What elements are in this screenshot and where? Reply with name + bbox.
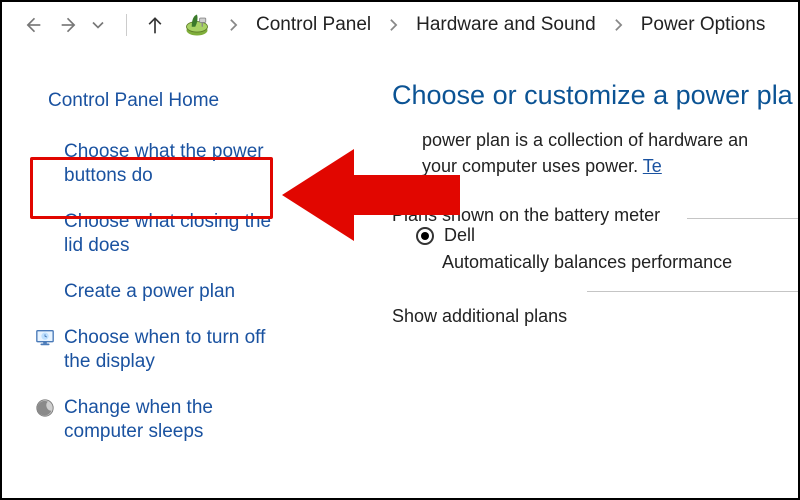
forward-button[interactable] <box>60 15 80 35</box>
description-text: your computer uses power. <box>422 156 643 176</box>
control-panel-home-link[interactable]: Control Panel Home <box>48 90 290 112</box>
sidebar-item-turn-off-display[interactable]: Choose when to turn off the display <box>34 326 290 374</box>
power-options-icon <box>183 11 211 39</box>
chevron-right-icon[interactable] <box>389 18 398 32</box>
description-line-1: power plan is a collection of hardware a… <box>422 127 798 153</box>
sidebar-item-label: Choose what the power buttons do <box>64 140 290 188</box>
page-title: Choose or customize a power pla <box>392 80 798 111</box>
main-panel: Choose or customize a power pla power pl… <box>302 80 798 466</box>
sidebar-item-computer-sleeps[interactable]: Change when the computer sleeps <box>34 396 290 444</box>
breadcrumb-control-panel[interactable]: Control Panel <box>256 14 371 36</box>
sidebar-item-label: Create a power plan <box>64 280 235 304</box>
power-plan-option[interactable]: Dell <box>416 225 798 246</box>
plan-name: Dell <box>444 225 475 246</box>
sidebar-item-closing-lid[interactable]: Choose what closing the lid does <box>34 210 290 258</box>
sidebar-item-label: Change when the computer sleeps <box>64 396 290 444</box>
monitor-icon <box>34 328 56 348</box>
up-button[interactable] <box>145 15 165 35</box>
breadcrumb-hardware-sound[interactable]: Hardware and Sound <box>416 14 596 36</box>
back-button[interactable] <box>22 15 42 35</box>
tell-me-more-link[interactable]: Te <box>643 156 662 176</box>
address-toolbar: Control Panel Hardware and Sound Power O… <box>2 2 798 46</box>
sidebar-item-label: Choose when to turn off the display <box>64 326 290 374</box>
breadcrumb-power-options[interactable]: Power Options <box>641 14 766 36</box>
content-area: Control Panel Home Choose what the power… <box>2 46 798 466</box>
separator <box>126 14 127 36</box>
description-line-2: your computer uses power. Te <box>422 153 798 179</box>
show-additional-plans[interactable]: Show additional plans <box>392 300 798 327</box>
separator <box>687 218 798 219</box>
sidebar-item-power-buttons[interactable]: Choose what the power buttons do <box>34 140 290 188</box>
chevron-right-icon[interactable] <box>614 18 623 32</box>
radio-selected-icon[interactable] <box>416 227 434 245</box>
plans-section-header: Plans shown on the battery meter <box>392 205 798 226</box>
separator <box>587 291 798 292</box>
sidebar: Control Panel Home Choose what the power… <box>2 80 302 466</box>
sidebar-item-label: Choose what closing the lid does <box>64 210 290 258</box>
recent-dropdown-icon[interactable] <box>88 15 108 35</box>
moon-icon <box>34 398 56 418</box>
plan-description: Automatically balances performance <box>442 252 798 273</box>
chevron-right-icon[interactable] <box>229 18 238 32</box>
sidebar-item-create-plan[interactable]: Create a power plan <box>34 280 290 304</box>
